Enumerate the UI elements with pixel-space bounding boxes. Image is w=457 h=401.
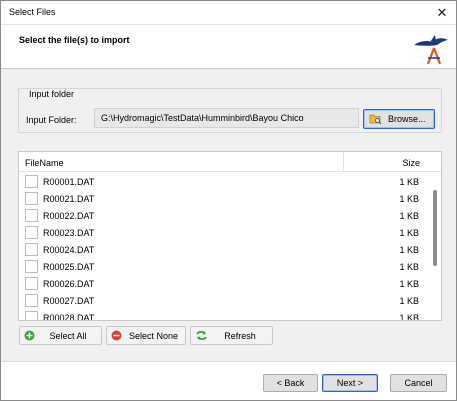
file-size: 1 KB [399,177,419,187]
plus-circle-icon [24,330,35,341]
row-checkbox[interactable] [25,209,38,222]
file-size: 1 KB [399,296,419,306]
browse-label: Browse... [388,114,426,124]
file-list-scrollbar[interactable] [429,172,441,320]
close-button[interactable]: ✕ [428,1,456,24]
select-all-button[interactable]: Select All [19,326,102,345]
cancel-button[interactable]: Cancel [390,374,447,392]
row-checkbox[interactable] [25,226,38,239]
column-divider[interactable] [343,152,344,172]
refresh-icon [196,330,207,341]
file-name: R00026.DAT [43,279,95,289]
select-none-button[interactable]: Select None [106,326,186,345]
file-name: R00022.DAT [43,211,95,221]
file-list-header: FileName Size [19,152,441,172]
hydromagic-bird-logo-icon [414,35,448,65]
refresh-label: Refresh [224,330,256,341]
file-list: FileName Size R00001.DAT 1 KB R00021.DAT 1 … [18,151,442,321]
dialog-footer [1,361,456,400]
select-all-label: Select All [49,330,87,341]
file-size: 1 KB [399,194,419,204]
file-size: 1 KB [399,279,419,289]
refresh-button[interactable]: Refresh [190,326,273,345]
row-checkbox[interactable] [25,175,38,188]
file-name: R00024.DAT [43,245,95,255]
file-name: R00028.DAT [43,313,95,321]
file-name: R00021.DAT [43,194,95,204]
list-item[interactable]: R00021.DAT 1 KB [19,190,429,207]
wizard-header: Select the file(s) to import [1,25,456,69]
input-folder-field[interactable]: G:\Hydromagic\TestData\Humminbird\Bayou … [94,108,359,128]
list-item[interactable]: R00024.DAT 1 KB [19,241,429,258]
row-checkbox[interactable] [25,294,38,307]
file-name: R00027.DAT [43,296,95,306]
back-button[interactable]: < Back [263,374,318,392]
select-none-label: Select None [128,330,179,341]
file-size: 1 KB [399,211,419,221]
list-item[interactable]: R00025.DAT 1 KB [19,258,429,275]
list-item[interactable]: R00023.DAT 1 KB [19,224,429,241]
column-header-filename[interactable]: FileName [25,158,64,168]
row-checkbox[interactable] [25,277,38,290]
row-checkbox[interactable] [25,192,38,205]
input-folder-label: Input Folder: [26,115,77,125]
scrollbar-thumb[interactable] [433,190,437,266]
input-folder-group-label: Input folder [27,89,77,99]
header-title: Select the file(s) to import [19,35,130,45]
row-checkbox[interactable] [25,243,38,256]
list-item[interactable]: R00026.DAT 1 KB [19,275,429,292]
row-checkbox[interactable] [25,311,38,320]
file-size: 1 KB [399,262,419,272]
file-name: R00025.DAT [43,262,95,272]
file-size: 1 KB [399,313,419,321]
select-files-dialog: Select Files ✕ Select the file(s) to imp… [0,0,457,401]
file-name: R00023.DAT [43,228,95,238]
row-checkbox[interactable] [25,260,38,273]
folder-search-icon [369,114,382,125]
window-title: Select Files [9,7,56,17]
file-size: 1 KB [399,245,419,255]
list-item[interactable]: R00028.DAT 1 KB [19,309,429,321]
list-item[interactable]: R00001.DAT 1 KB [19,173,429,190]
column-header-size[interactable]: Size [402,158,420,168]
minus-circle-icon [111,330,122,341]
file-size: 1 KB [399,228,419,238]
list-item[interactable]: R00022.DAT 1 KB [19,207,429,224]
list-item[interactable]: R00027.DAT 1 KB [19,292,429,309]
file-name: R00001.DAT [43,177,95,187]
browse-button[interactable]: Browse... [363,109,435,129]
next-button[interactable]: Next > [322,374,378,392]
title-bar: Select Files ✕ [1,1,456,25]
file-rows: R00001.DAT 1 KB R00021.DAT 1 KB R00022.DAT 1 … [19,173,429,321]
